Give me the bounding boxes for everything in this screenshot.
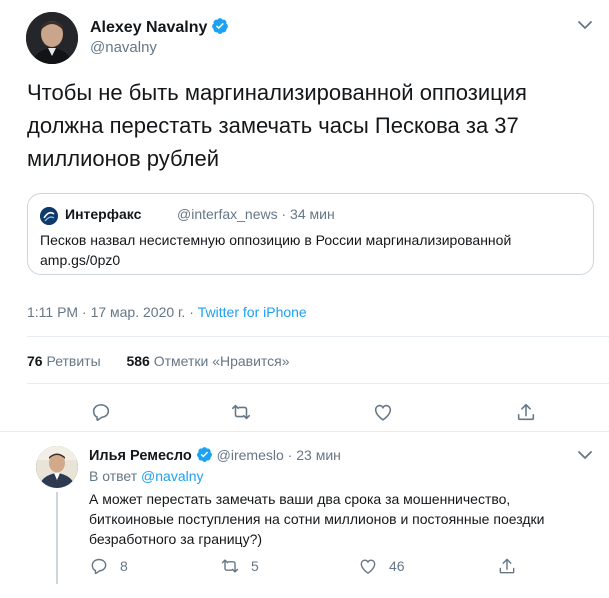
retweet-icon xyxy=(231,404,251,420)
separator-dot: · xyxy=(287,447,293,463)
share-icon xyxy=(499,558,515,574)
retweets-label: Ретвиты xyxy=(46,353,101,369)
like-count: 46 xyxy=(389,558,405,574)
reply-share-button[interactable] xyxy=(497,556,517,576)
like-button[interactable] xyxy=(372,401,394,423)
reply-time[interactable]: 23 мин xyxy=(296,447,341,463)
reply-like-button[interactable]: 46 xyxy=(358,556,405,576)
quoted-tweet-card[interactable]: Интерфакс @interfax_news · 34 мин Песков… xyxy=(27,193,594,275)
likes-stat[interactable]: 586 Отметки «Нравится» xyxy=(126,353,289,369)
chevron-down-icon xyxy=(578,451,592,459)
separator-dot: · xyxy=(281,206,287,222)
likes-count: 586 xyxy=(126,353,150,369)
tweet-stats: 76 Ретвиты 586 Отметки «Нравится» xyxy=(27,353,290,369)
likes-label: Отметки «Нравится» xyxy=(153,353,290,369)
tweet-meta: 1:11 PM · 17 мар. 2020 г. · Twitter for … xyxy=(27,304,307,320)
quoted-tweet-time: 34 мин xyxy=(290,206,335,222)
reply-author-name[interactable]: Илья Ремесло xyxy=(89,448,192,464)
tweet-date[interactable]: 17 мар. 2020 г. xyxy=(91,304,186,320)
reply-author-handle[interactable]: @iremeslo xyxy=(217,447,284,463)
retweets-stat[interactable]: 76 Ретвиты xyxy=(27,353,105,369)
like-icon xyxy=(374,404,392,421)
tweet-time[interactable]: 1:11 PM xyxy=(27,304,78,320)
retweet-icon xyxy=(221,559,239,573)
reply-button[interactable] xyxy=(90,401,112,423)
reply-text: А может перестать замечать ваши два срок… xyxy=(89,491,545,547)
share-icon xyxy=(517,403,535,421)
reply-reply-button[interactable]: 8 xyxy=(89,556,128,576)
separator-dot: · xyxy=(82,304,87,320)
divider xyxy=(27,336,609,337)
like-icon xyxy=(360,559,376,574)
reply-count: 8 xyxy=(120,558,128,574)
replying-to-mention[interactable]: @navalny xyxy=(141,468,203,484)
quoted-tweet-text: Песков назвал несистемную оппозицию в Ро… xyxy=(40,230,580,270)
author-name-text[interactable]: Alexey Navalny xyxy=(90,19,207,36)
reply-more-options-button[interactable] xyxy=(574,444,596,466)
author-name[interactable]: Alexey Navalny xyxy=(90,17,229,40)
author-handle[interactable]: @navalny xyxy=(90,39,157,56)
main-tweet: Alexey Navalny @navalny Чтобы не быть ма… xyxy=(0,0,609,432)
divider xyxy=(27,383,609,384)
avatar[interactable] xyxy=(26,12,78,64)
quoted-text-line: Песков назвал несистемную оппозицию в Ро… xyxy=(40,232,512,248)
tweet-text: Чтобы не быть маргинализированной оппози… xyxy=(27,80,527,171)
reply-icon xyxy=(92,404,110,421)
separator-dot: · xyxy=(189,304,194,320)
reply-header: Илья Ремесло @iremeslo · 23 мин xyxy=(89,446,341,466)
tweet-source-link[interactable]: Twitter for iPhone xyxy=(198,304,307,320)
quoted-author-name: Интерфакс xyxy=(65,206,142,222)
verified-badge-icon xyxy=(196,446,213,466)
quoted-author-meta: @interfax_news · 34 мин xyxy=(177,206,335,222)
quoted-link: amp.gs/0pz0 xyxy=(40,252,121,268)
share-button[interactable] xyxy=(515,401,537,423)
reply-icon xyxy=(91,558,107,575)
chevron-down-icon xyxy=(578,21,592,29)
more-options-button[interactable] xyxy=(574,14,596,36)
retweet-count: 5 xyxy=(251,558,259,574)
quoted-author-handle: @interfax_news xyxy=(177,206,278,222)
retweets-count: 76 xyxy=(27,353,43,369)
reply-retweet-button[interactable]: 5 xyxy=(220,556,259,576)
replying-to-label: В ответ xyxy=(89,468,138,484)
retweet-button[interactable] xyxy=(230,401,252,423)
verified-badge-icon xyxy=(211,17,229,40)
reply-avatar[interactable] xyxy=(36,446,78,488)
interfax-logo-icon xyxy=(40,207,58,225)
thread-line xyxy=(56,492,58,584)
replying-to: В ответ @navalny xyxy=(89,468,204,484)
